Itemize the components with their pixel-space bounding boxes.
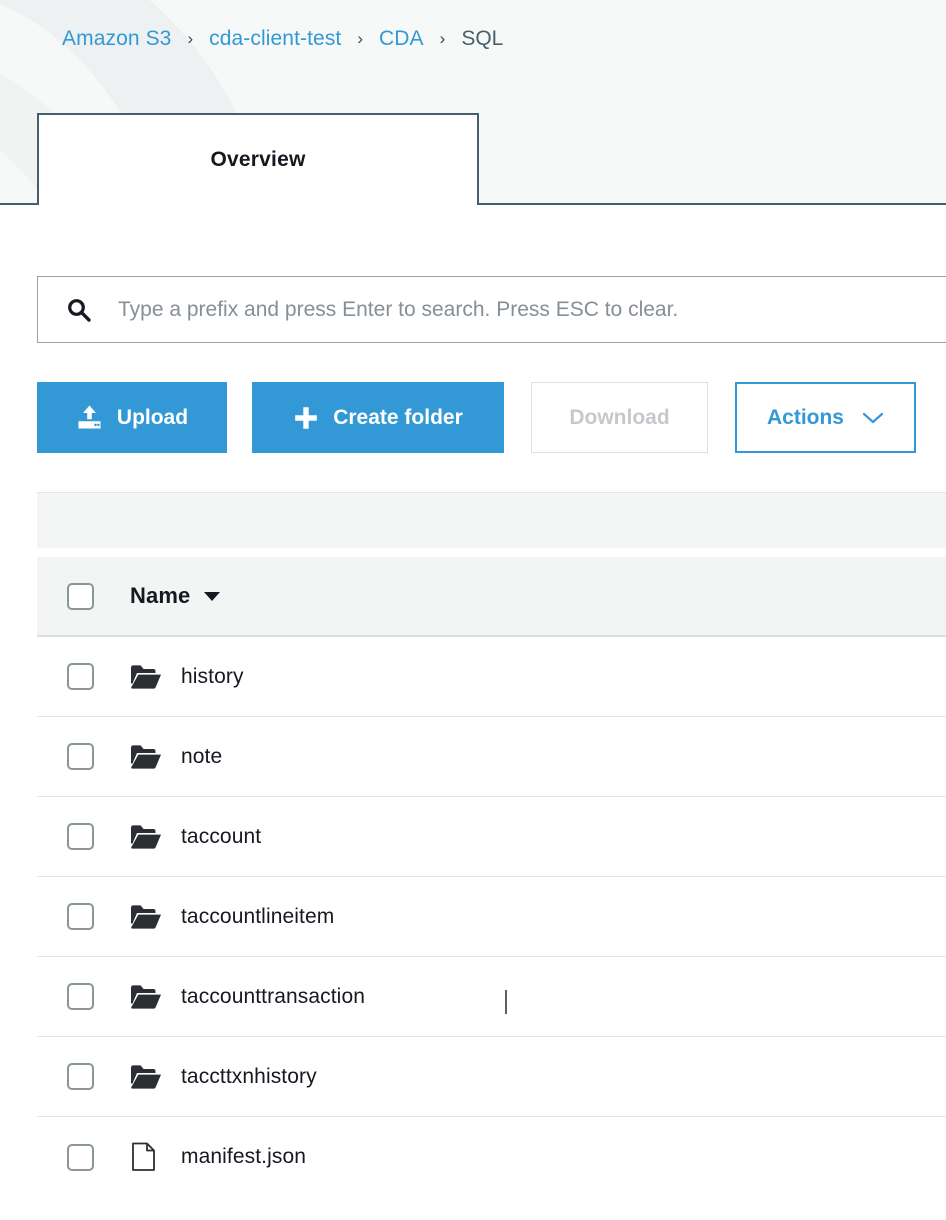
breadcrumb-item-cda-client-test[interactable]: cda-client-test: [209, 27, 341, 51]
table-row[interactable]: manifest.json: [37, 1117, 946, 1197]
row-name-cell: taccttxnhistory: [130, 1064, 946, 1090]
search-bar[interactable]: [37, 276, 946, 343]
row-select-cell: [37, 1144, 130, 1171]
row-name-label[interactable]: note: [181, 745, 222, 769]
tab-overview[interactable]: Overview: [37, 113, 479, 205]
breadcrumb-separator-icon: ›: [440, 30, 446, 47]
row-name-cell: taccountlineitem: [130, 904, 946, 930]
row-checkbox[interactable]: [67, 1144, 94, 1171]
column-header-name[interactable]: Name: [130, 583, 946, 609]
action-button-bar: Upload Create folder Download Actions: [37, 382, 916, 453]
breadcrumb-separator-icon: ›: [187, 30, 193, 47]
create-folder-button[interactable]: Create folder: [252, 382, 504, 453]
row-name-cell: note: [130, 744, 946, 770]
folder-icon: [130, 1064, 164, 1090]
folder-icon: [130, 984, 164, 1010]
row-name-label[interactable]: taccount: [181, 825, 261, 849]
row-name-label[interactable]: taccttxnhistory: [181, 1065, 317, 1089]
row-checkbox[interactable]: [67, 983, 94, 1010]
download-button-label: Download: [569, 406, 669, 430]
row-checkbox[interactable]: [67, 1063, 94, 1090]
row-name-label[interactable]: history: [181, 665, 244, 689]
breadcrumb-item-sql-current: SQL: [461, 27, 503, 51]
row-select-cell: [37, 983, 130, 1010]
table-header-row: Name: [37, 557, 946, 637]
select-all-checkbox[interactable]: [67, 583, 94, 610]
column-header-name-label: Name: [130, 583, 190, 609]
tab-bar: Overview: [0, 113, 946, 205]
row-checkbox[interactable]: [67, 903, 94, 930]
table-row[interactable]: history: [37, 637, 946, 717]
row-name-label[interactable]: taccounttransaction: [181, 985, 365, 1009]
table-row[interactable]: taccount: [37, 797, 946, 877]
breadcrumb-item-cda[interactable]: CDA: [379, 27, 424, 51]
search-input[interactable]: [118, 277, 946, 342]
row-name-cell: taccounttransaction: [130, 984, 946, 1010]
row-name-cell: manifest.json: [130, 1142, 946, 1172]
folder-icon: [130, 664, 164, 690]
text-cursor-artifact: [505, 990, 507, 1014]
table-row[interactable]: taccttxnhistory: [37, 1037, 946, 1117]
row-select-cell: [37, 823, 130, 850]
tab-overview-label: Overview: [211, 148, 306, 172]
row-name-cell: history: [130, 664, 946, 690]
main-content-panel: Upload Create folder Download Actions: [0, 205, 946, 1220]
upload-button[interactable]: Upload: [37, 382, 227, 453]
actions-dropdown-label: Actions: [767, 406, 844, 430]
search-icon: [64, 295, 94, 325]
table-toolbar-strip: [37, 492, 946, 548]
document-icon: [130, 1142, 164, 1172]
row-name-label[interactable]: taccountlineitem: [181, 905, 334, 929]
select-all-cell: [37, 583, 130, 610]
breadcrumb-item-amazon-s3[interactable]: Amazon S3: [62, 27, 171, 51]
create-folder-button-label: Create folder: [333, 406, 463, 430]
row-checkbox[interactable]: [67, 823, 94, 850]
row-select-cell: [37, 663, 130, 690]
table-row[interactable]: note: [37, 717, 946, 797]
folder-icon: [130, 744, 164, 770]
row-select-cell: [37, 903, 130, 930]
row-select-cell: [37, 1063, 130, 1090]
caret-down-icon: [203, 590, 221, 602]
table-row[interactable]: taccounttransaction: [37, 957, 946, 1037]
breadcrumb-separator-icon: ›: [357, 30, 363, 47]
row-select-cell: [37, 743, 130, 770]
table-row[interactable]: taccountlineitem: [37, 877, 946, 957]
object-list-table: Name history: [37, 557, 946, 1197]
row-checkbox[interactable]: [67, 743, 94, 770]
row-name-label[interactable]: manifest.json: [181, 1145, 306, 1169]
row-name-cell: taccount: [130, 824, 946, 850]
chevron-down-icon: [862, 411, 884, 425]
row-checkbox[interactable]: [67, 663, 94, 690]
upload-icon: [76, 404, 103, 431]
download-button[interactable]: Download: [531, 382, 708, 453]
upload-button-label: Upload: [117, 406, 188, 430]
folder-icon: [130, 824, 164, 850]
folder-icon: [130, 904, 164, 930]
plus-icon: [293, 405, 319, 431]
actions-dropdown-button[interactable]: Actions: [735, 382, 916, 453]
breadcrumb: Amazon S3 › cda-client-test › CDA › SQL: [62, 27, 503, 51]
